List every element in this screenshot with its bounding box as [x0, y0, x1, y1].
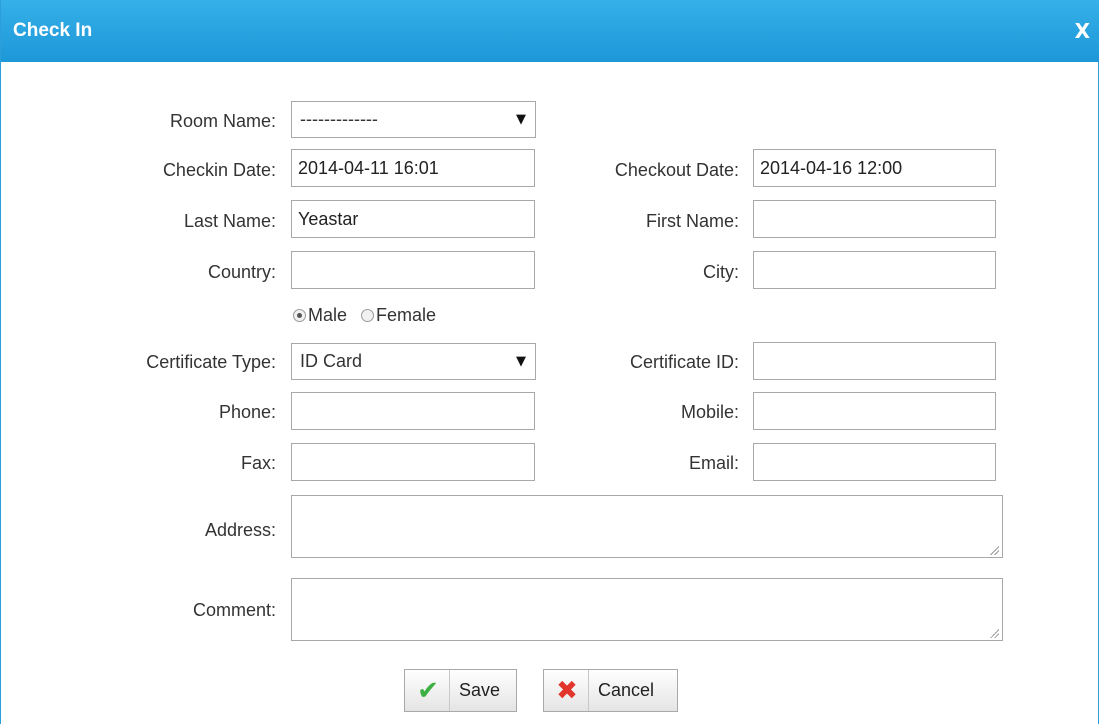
certificate-id-label: Certificate ID: — [629, 352, 739, 372]
checkout-date-input[interactable] — [753, 149, 996, 187]
button-separator — [588, 670, 589, 711]
male-radio-label: Male — [308, 305, 348, 325]
city-input[interactable] — [753, 251, 996, 289]
dropdown-arrow-icon: ▼ — [516, 354, 526, 369]
last-name-input[interactable] — [291, 200, 535, 238]
dropdown-arrow-icon: ▼ — [516, 112, 526, 127]
dialog-titlebar: Check In X — [1, 0, 1099, 62]
save-button-label: Save — [459, 680, 501, 700]
mobile-input[interactable] — [753, 392, 996, 430]
close-icon[interactable]: X — [1075, 19, 1090, 43]
comment-textarea[interactable] — [291, 578, 1003, 641]
email-label: Email: — [688, 453, 739, 473]
fax-input[interactable] — [291, 443, 535, 481]
comment-label: Comment: — [192, 600, 276, 620]
checkout-date-label: Checkout Date: — [614, 160, 739, 180]
certificate-type-selected-value: ID Card — [300, 351, 363, 371]
city-label: City: — [703, 262, 739, 282]
certificate-id-input[interactable] — [753, 342, 996, 380]
phone-input[interactable] — [291, 392, 535, 430]
mobile-label: Mobile: — [680, 402, 739, 422]
button-separator — [449, 670, 450, 711]
dialog-title: Check In — [13, 20, 93, 41]
room-name-label: Room Name: — [169, 111, 276, 131]
cross-icon: ✖ — [556, 675, 578, 706]
phone-label: Phone: — [218, 402, 276, 422]
room-name-select[interactable]: ------------- ▼ — [291, 101, 536, 138]
certificate-type-label: Certificate Type: — [146, 352, 276, 372]
fax-label: Fax: — [240, 453, 276, 473]
male-radio[interactable] — [293, 309, 306, 322]
female-radio-label: Female — [376, 305, 437, 325]
female-radio[interactable] — [361, 309, 375, 322]
first-name-input[interactable] — [753, 200, 996, 238]
gender-radio-group: Male Female — [293, 305, 450, 326]
checkmark-icon: ✔ — [417, 675, 439, 706]
cancel-button-label: Cancel — [598, 680, 655, 700]
country-input[interactable] — [291, 251, 535, 289]
cancel-button[interactable]: ✖ Cancel — [543, 669, 678, 712]
resize-grip-icon[interactable] — [989, 628, 999, 638]
first-name-label: First Name: — [645, 211, 739, 231]
country-label: Country: — [207, 262, 276, 282]
checkin-date-label: Checkin Date: — [162, 160, 276, 180]
last-name-label: Last Name: — [183, 211, 276, 231]
check-in-dialog: Check In X Room Name: ------------- ▼ Ch… — [0, 0, 1099, 724]
certificate-type-select[interactable]: ID Card ▼ — [291, 343, 536, 380]
save-button[interactable]: ✔ Save — [404, 669, 517, 712]
checkin-date-input[interactable] — [291, 149, 535, 187]
email-input[interactable] — [753, 443, 996, 481]
address-label: Address: — [204, 520, 276, 540]
resize-grip-icon[interactable] — [989, 545, 999, 555]
room-name-selected-value: ------------- — [300, 109, 378, 129]
address-textarea[interactable] — [291, 495, 1003, 558]
